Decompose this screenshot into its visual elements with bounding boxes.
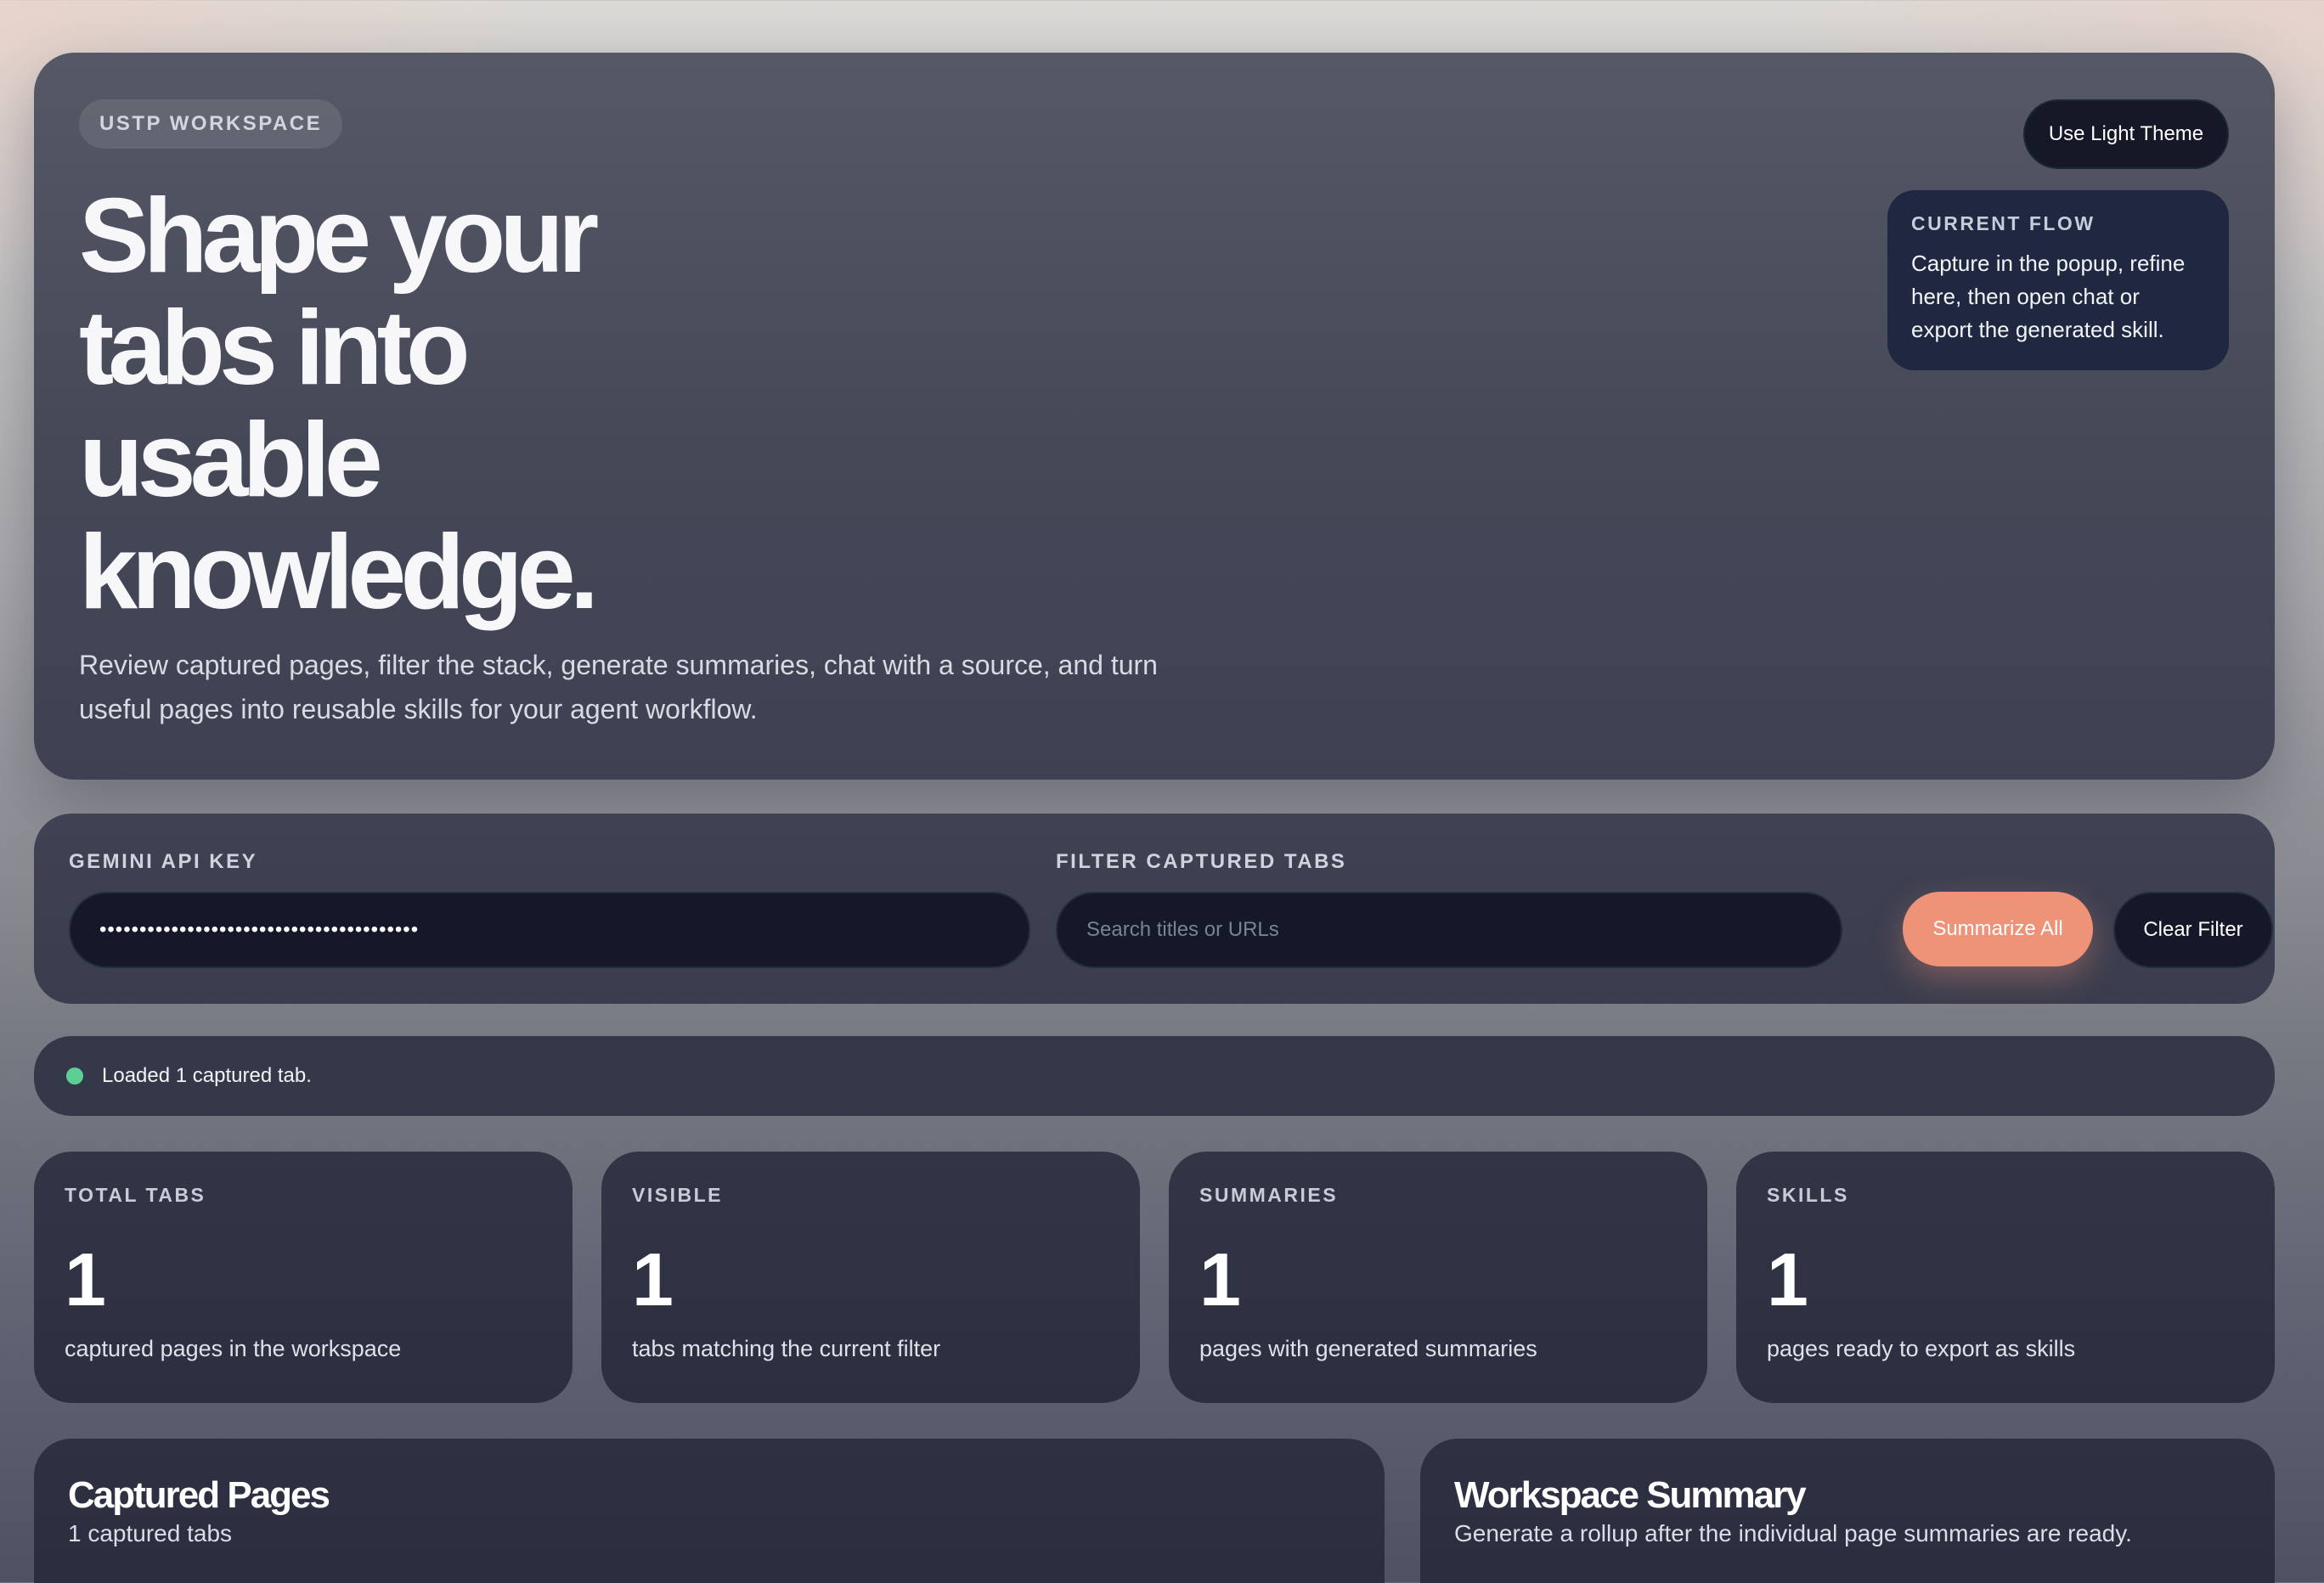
stat-card-visible: VISIBLE 1 tabs matching the current filt… bbox=[601, 1152, 1140, 1403]
hero-title-line: tabs into bbox=[79, 290, 471, 407]
status-indicator-icon bbox=[66, 1068, 83, 1084]
status-bar: Loaded 1 captured tab. bbox=[34, 1036, 2275, 1116]
hero-description: Review captured pages, filter the stack,… bbox=[79, 650, 1158, 724]
stat-card-skills: SKILLS 1 pages ready to export as skills bbox=[1736, 1152, 2275, 1403]
summarize-all-button[interactable]: Summarize All bbox=[1903, 892, 2093, 966]
stat-description: tabs matching the current filter bbox=[632, 1336, 941, 1361]
clear-filter-button[interactable]: Clear Filter bbox=[2113, 892, 2273, 968]
status-text: Loaded 1 captured tab. bbox=[102, 1064, 312, 1087]
stat-description: captured pages in the workspace bbox=[65, 1336, 402, 1361]
hero-title: Shape your tabs into usable knowledge. bbox=[79, 180, 725, 628]
hero-panel: USTP WORKSPACE Shape your tabs into usab… bbox=[34, 53, 2275, 780]
workspace-summary-panel: Workspace Summary Generate a rollup afte… bbox=[1420, 1439, 2275, 1583]
filter-label: FILTER CAPTURED TABS bbox=[1056, 850, 1347, 873]
captured-pages-count: 1 captured tabs bbox=[68, 1520, 233, 1546]
stat-value: 1 bbox=[1767, 1237, 1808, 1321]
stat-value: 1 bbox=[632, 1237, 674, 1321]
stat-description: pages with generated summaries bbox=[1199, 1336, 1537, 1361]
hero-title-line: Shape your bbox=[79, 177, 599, 295]
workspace-summary-title: Workspace Summary bbox=[1454, 1474, 1807, 1516]
workspace-badge: USTP WORKSPACE bbox=[79, 99, 343, 149]
current-flow-label: CURRENT FLOW bbox=[1911, 212, 2096, 234]
api-key-label: GEMINI API KEY bbox=[69, 850, 258, 873]
light-theme-button[interactable]: Use Light Theme bbox=[2023, 99, 2229, 169]
stat-value: 1 bbox=[1199, 1237, 1241, 1321]
hero-title-line: usable bbox=[79, 402, 383, 519]
stat-label: VISIBLE bbox=[632, 1184, 723, 1206]
captured-pages-title: Captured Pages bbox=[68, 1474, 330, 1516]
stat-card-total-tabs: TOTAL TABS 1 captured pages in the works… bbox=[34, 1152, 573, 1403]
api-key-input[interactable] bbox=[69, 892, 1030, 968]
stat-label: SUMMARIES bbox=[1199, 1184, 1339, 1206]
captured-pages-panel: Captured Pages 1 captured tabs bbox=[34, 1439, 1385, 1583]
stat-label: SKILLS bbox=[1767, 1184, 1849, 1206]
stat-label: TOTAL TABS bbox=[65, 1184, 206, 1206]
hero-title-line: knowledge. bbox=[79, 514, 599, 631]
controls-panel: GEMINI API KEY FILTER CAPTURED TABS Summ… bbox=[34, 814, 2275, 1004]
filter-input[interactable] bbox=[1056, 892, 1842, 968]
current-flow-text: Capture in the popup, refine here, then … bbox=[1911, 251, 2186, 342]
stat-value: 1 bbox=[65, 1237, 106, 1321]
workspace-summary-description: Generate a rollup after the individual p… bbox=[1454, 1520, 2132, 1546]
current-flow-card: CURRENT FLOW Capture in the popup, refin… bbox=[1887, 190, 2229, 370]
stat-card-summaries: SUMMARIES 1 pages with generated summari… bbox=[1169, 1152, 1707, 1403]
stat-description: pages ready to export as skills bbox=[1767, 1336, 2076, 1361]
